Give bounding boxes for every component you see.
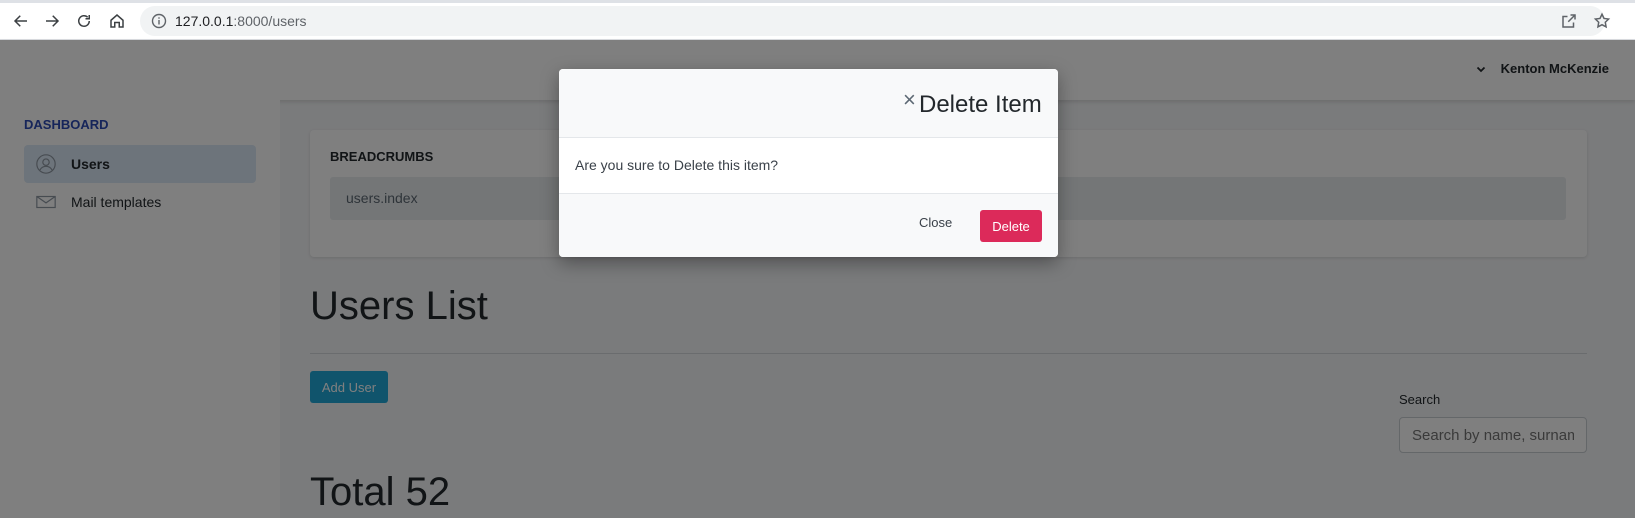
share-icon[interactable] bbox=[1560, 12, 1578, 30]
modal-body: Are you sure to Delete this item? bbox=[575, 157, 779, 173]
reload-icon[interactable] bbox=[73, 10, 95, 32]
bookmark-star-icon[interactable] bbox=[1593, 12, 1611, 30]
modal-header: × Delete Item bbox=[559, 69, 1058, 138]
forward-arrow-icon[interactable] bbox=[41, 10, 63, 32]
delete-modal: × Delete Item Are you sure to Delete thi… bbox=[559, 69, 1058, 257]
modal-title: Delete Item bbox=[919, 91, 1042, 118]
close-button[interactable]: Close bbox=[919, 215, 952, 230]
url-host: 127.0.0.1 bbox=[175, 13, 234, 29]
home-icon[interactable] bbox=[106, 10, 128, 32]
address-bar[interactable]: 127.0.0.1:8000/users bbox=[140, 6, 1605, 36]
site-info-icon[interactable] bbox=[151, 13, 167, 29]
modal-footer: Close Delete bbox=[559, 193, 1058, 257]
close-icon[interactable]: × bbox=[903, 89, 916, 111]
back-arrow-icon[interactable] bbox=[10, 10, 32, 32]
delete-button[interactable]: Delete bbox=[980, 210, 1042, 242]
tab-strip-edge bbox=[0, 0, 1635, 3]
browser-toolbar: 127.0.0.1:8000/users bbox=[0, 0, 1635, 40]
url-text: 127.0.0.1:8000/users bbox=[175, 13, 307, 29]
url-path: :8000/users bbox=[233, 13, 307, 29]
